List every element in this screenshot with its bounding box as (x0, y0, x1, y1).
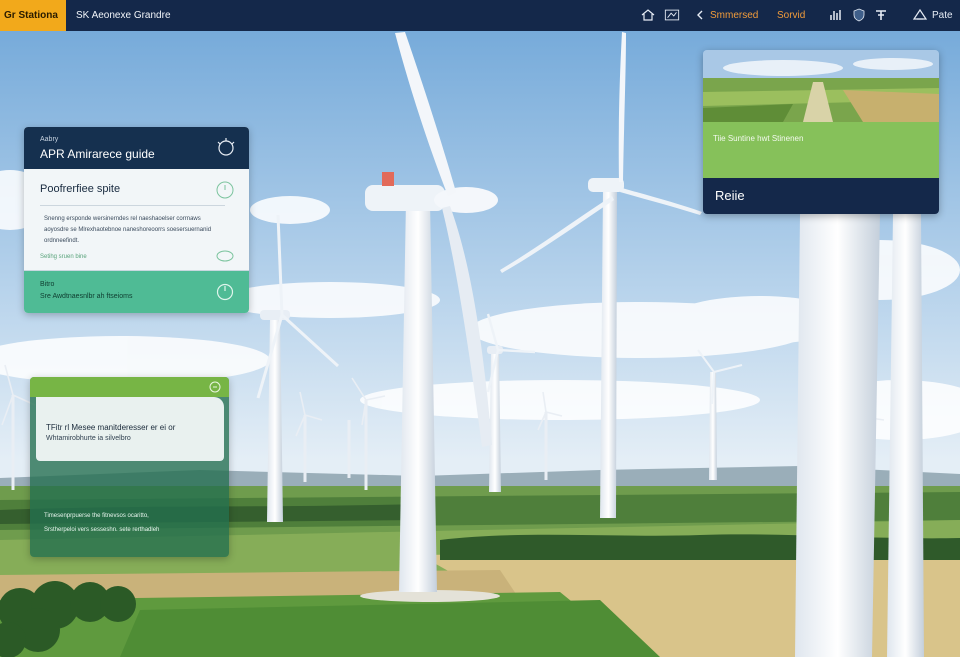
guide-card-header: Aabry APR Amirarece guide (24, 127, 249, 169)
notice-card: TFitr rl Mesee manitderesser er ei or Wh… (30, 377, 229, 557)
guide-body-text: Snenng ersponde wersinerndes rel naeshao… (44, 216, 212, 244)
refresh-icon[interactable] (215, 180, 235, 200)
guide-card-footer[interactable]: Bitro Sre Awdtnaesnlbr ah ftseioms (24, 271, 249, 313)
app-title: SK Aeonexe Grandre (76, 10, 171, 21)
bar-chart-icon[interactable] (828, 7, 844, 23)
tools-icon[interactable] (873, 7, 889, 23)
shield-icon[interactable] (851, 7, 867, 23)
power-icon[interactable] (215, 282, 235, 302)
guide-meta[interactable]: Setihg sruen bine (40, 254, 87, 260)
nav-link-secondary[interactable]: Sorvid (777, 0, 805, 31)
expand-icon[interactable] (209, 381, 221, 393)
nav-link-primary[interactable]: Smmersed (710, 0, 758, 31)
notice-body-2: Srstherpeloi vers sesseshn. sete rerthad… (44, 527, 160, 533)
brand-logo[interactable]: Gr Stationa (0, 0, 66, 31)
gauge-icon[interactable] (215, 136, 237, 158)
chart-icon[interactable] (663, 7, 681, 23)
guide-kicker: Aabry (40, 136, 59, 143)
guide-footer-text: Sre Awdtnaesnlbr ah ftseioms (40, 293, 133, 300)
guide-footer-title: Bitro (40, 281, 55, 288)
top-navigation-bar: Gr Stationa SK Aeonexe Grandre Smmersed … (0, 0, 960, 31)
notice-header-bar (30, 377, 229, 397)
resume-button[interactable]: Reiie (703, 178, 939, 214)
guide-card-body: Poofrerfiee spite Snenng ersponde wersin… (24, 169, 249, 271)
guide-subheading: Poofrerfiee spite (40, 183, 121, 195)
guide-heading: APR Amirarece guide (40, 147, 155, 161)
maintenance-guide-card: Aabry APR Amirarece guide Poofrerfiee sp… (24, 127, 249, 313)
user-name[interactable]: Pate (932, 0, 953, 31)
notice-line-2: Whtamirobhurte ia silvelbro (46, 435, 131, 442)
notice-body-1: Timesenprpuerse the fitnevsos ocaritto, (44, 513, 149, 519)
resume-caption: Tiie Suntine hwt Stinenen (713, 134, 804, 143)
notice-line-1: TFitr rl Mesee manitderesser er ei or (46, 423, 176, 432)
aerial-field-image (703, 50, 939, 122)
resume-card: Tiie Suntine hwt Stinenen Reiie (703, 50, 939, 214)
home-icon[interactable] (640, 7, 656, 23)
resume-caption-band: Tiie Suntine hwt Stinenen (703, 122, 939, 178)
user-icon[interactable] (912, 7, 928, 23)
guide-divider (40, 205, 225, 206)
notice-message-bubble: TFitr rl Mesee manitderesser er ei or Wh… (36, 397, 224, 461)
field-thumbnail (703, 50, 939, 122)
chevron-left-icon[interactable] (692, 7, 708, 23)
cloud-icon[interactable] (215, 249, 235, 263)
